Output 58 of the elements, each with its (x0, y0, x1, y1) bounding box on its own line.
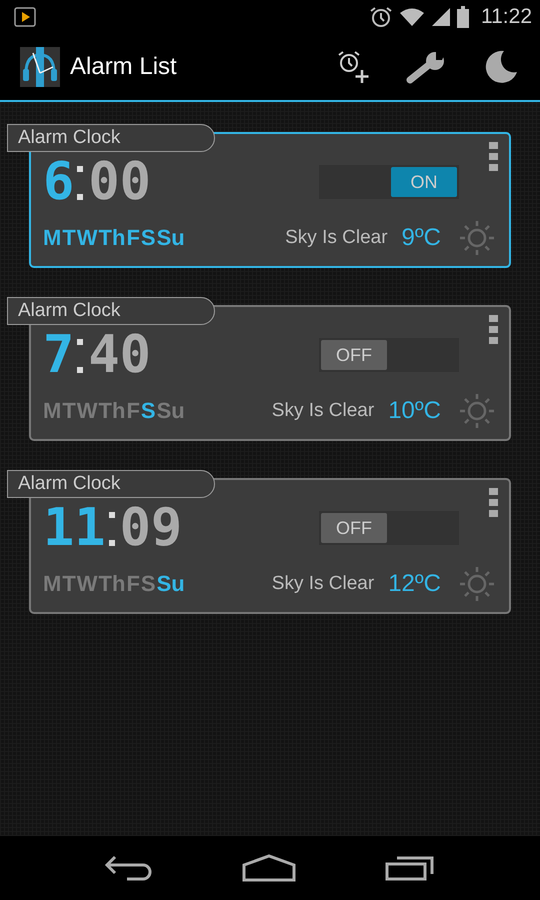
app-title: Alarm List (70, 53, 178, 81)
alarm-toggle[interactable]: ON (319, 165, 459, 199)
play-icon (14, 7, 36, 27)
weekday-label[interactable]: Su (156, 571, 185, 597)
alarm-label: Alarm Clock (7, 297, 215, 325)
weekday-label[interactable]: Th (98, 571, 126, 597)
sun-icon (459, 566, 495, 602)
weekday-label[interactable]: T (62, 225, 76, 251)
weekday-label[interactable]: S (140, 398, 156, 424)
weekday-label[interactable]: W (76, 225, 98, 251)
home-icon[interactable] (242, 854, 296, 882)
weekday-label[interactable]: Su (156, 398, 185, 424)
weekday-label[interactable]: F (126, 571, 140, 597)
alarm-hour: 7 (43, 327, 74, 383)
alarm-label: Alarm Clock (7, 470, 215, 498)
weekday-label[interactable]: W (76, 398, 98, 424)
alarm-minute: 09 (120, 500, 182, 556)
temperature: 12ºC (388, 570, 441, 598)
alarm-hour: 11 (43, 500, 106, 556)
weekday-label[interactable]: F (126, 225, 140, 251)
alarm-toggle[interactable]: OFF (319, 511, 459, 545)
overflow-menu-icon[interactable] (489, 315, 499, 345)
status-time: 11:22 (481, 5, 532, 29)
app-icon (20, 47, 60, 87)
back-icon[interactable] (104, 855, 153, 881)
sun-icon (459, 220, 495, 256)
battery-icon (457, 6, 469, 28)
temperature: 9ºC (402, 224, 441, 252)
recent-apps-icon[interactable] (385, 855, 436, 881)
weekday-label[interactable]: S (140, 225, 156, 251)
alarm-minute: 40 (88, 327, 151, 383)
weekday-label[interactable]: S (140, 571, 156, 597)
weekday-label[interactable]: M (43, 398, 62, 424)
alarm-hour: 6 (43, 154, 74, 210)
weather-text: Sky Is Clear (272, 400, 374, 422)
alarm-minute: 00 (88, 154, 151, 210)
weekday-label[interactable]: Th (98, 398, 126, 424)
weather-text: Sky Is Clear (272, 573, 374, 595)
weekday-label[interactable]: T (62, 398, 76, 424)
weekday-label[interactable]: Su (156, 225, 185, 251)
overflow-menu-icon[interactable] (489, 488, 499, 518)
temperature: 10ºC (388, 397, 441, 425)
wifi-icon (399, 7, 425, 27)
add-alarm-icon[interactable] (336, 50, 370, 84)
sun-icon (459, 393, 495, 429)
overflow-menu-icon[interactable] (489, 142, 499, 172)
alarm-label: Alarm Clock (7, 124, 215, 152)
alarm-icon (369, 6, 393, 28)
signal-icon (431, 7, 451, 27)
weather-text: Sky Is Clear (285, 227, 388, 249)
weekday-label[interactable]: M (43, 571, 62, 597)
weekday-label[interactable]: T (62, 571, 76, 597)
weekday-label[interactable]: W (76, 571, 98, 597)
weekday-label[interactable]: F (126, 398, 140, 424)
weekday-label[interactable]: Th (98, 225, 126, 251)
moon-icon[interactable] (484, 50, 518, 84)
alarm-toggle[interactable]: OFF (319, 338, 459, 372)
weekday-label[interactable]: M (43, 225, 62, 251)
